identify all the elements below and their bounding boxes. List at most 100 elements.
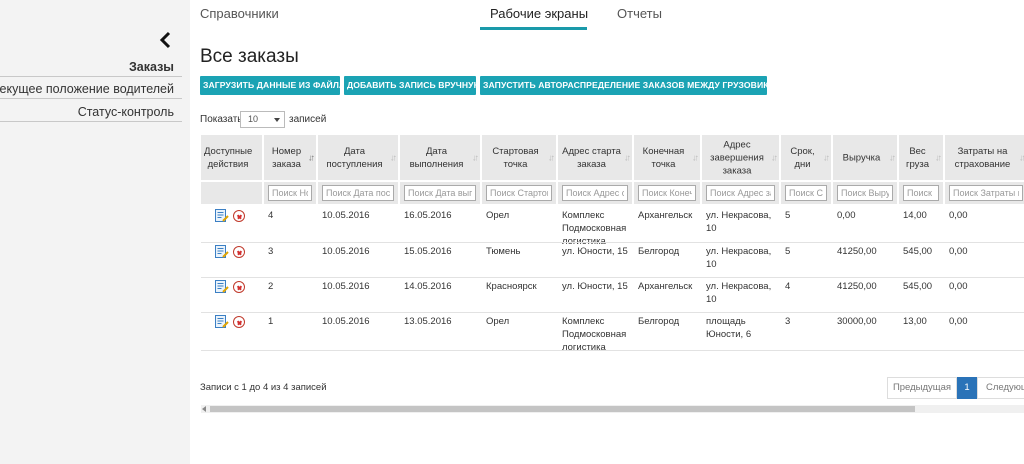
page-length-value: 10 xyxy=(248,114,259,124)
cell-end-address: ул. Некрасова, 10 xyxy=(706,281,772,305)
column-header-label: Адрес завершения заказа xyxy=(710,139,764,176)
tab-reference[interactable]: Справочники xyxy=(200,6,279,21)
column-header-label: Конечная точка xyxy=(642,145,685,170)
filter-input-revenue[interactable] xyxy=(837,185,893,201)
next-page-button[interactable]: Следующая xyxy=(977,377,1024,399)
edit-icon[interactable] xyxy=(215,280,229,293)
filter-input-start-point[interactable] xyxy=(486,185,552,201)
cell-insurance-cost: 0,00 xyxy=(949,246,968,257)
filter-input-date-received[interactable] xyxy=(322,185,394,201)
sort-icon[interactable]: ↓↑ xyxy=(308,151,315,164)
cell-revenue: 0,00 xyxy=(837,210,856,221)
column-header-label: Дата поступления xyxy=(326,145,383,170)
delete-icon[interactable] xyxy=(233,281,245,293)
sort-icon[interactable]: ↓↑ xyxy=(692,151,699,164)
sort-icon[interactable]: ↓↑ xyxy=(823,151,830,164)
tab-reports[interactable]: Отчеты xyxy=(617,6,662,21)
column-header-actions: Доступные действия xyxy=(201,135,262,180)
row-actions xyxy=(201,245,262,261)
delete-icon[interactable] xyxy=(233,210,245,222)
cell-end-address: ул. Некрасова, 10 xyxy=(706,246,772,270)
sidebar-divider xyxy=(0,76,182,77)
cell-insurance-cost: 0,00 xyxy=(949,281,968,292)
scroll-left-icon[interactable] xyxy=(202,406,206,412)
cell-end-point: Белгород xyxy=(638,316,680,327)
sort-icon[interactable]: ↓↑ xyxy=(548,151,555,164)
column-header-insurance-cost[interactable]: Затраты на страхование ↓↑ xyxy=(945,135,1024,180)
sort-icon[interactable]: ↓↑ xyxy=(889,151,896,164)
column-header-date-completed[interactable]: Дата выполнения ↓↑ xyxy=(400,135,480,180)
cell-term-days: 5 xyxy=(785,210,791,221)
cell-date-completed: 14.05.2016 xyxy=(404,281,452,292)
cell-order-number: 2 xyxy=(268,281,274,292)
sort-icon[interactable]: ↓↑ xyxy=(390,151,397,164)
sidebar-divider xyxy=(0,98,182,99)
filter-cell xyxy=(833,182,897,204)
page-1-button[interactable]: 1 xyxy=(957,377,977,399)
sort-icon[interactable]: ↓↑ xyxy=(472,151,479,164)
add-record-button[interactable]: ДОБАВИТЬ ЗАПИСЬ ВРУЧНУЮ xyxy=(344,76,482,95)
column-header-revenue[interactable]: Выручка ↓↑ xyxy=(833,135,897,180)
edit-icon[interactable] xyxy=(215,209,229,222)
prev-page-button[interactable]: Предыдущая xyxy=(887,377,957,399)
sort-icon[interactable]: ↓↑ xyxy=(771,151,778,164)
page-length-select[interactable]: 10 xyxy=(240,111,285,128)
sidebar-item-status-control[interactable]: Статус-контроль xyxy=(78,105,174,119)
filter-input-date-completed[interactable] xyxy=(404,185,476,201)
filter-input-end-point[interactable] xyxy=(638,185,696,201)
cell-date-received: 10.05.2016 xyxy=(322,281,370,292)
sort-icon[interactable]: ↓↑ xyxy=(1019,151,1024,164)
sort-icon[interactable]: ↓↑ xyxy=(935,151,942,164)
table-info: Записи с 1 до 4 из 4 записей xyxy=(200,382,327,393)
sidebar-divider xyxy=(0,121,182,122)
filter-input-order-number[interactable] xyxy=(268,185,312,201)
cell-end-point: Архангельск xyxy=(638,210,693,221)
filter-cell xyxy=(781,182,831,204)
delete-icon[interactable] xyxy=(233,246,245,258)
delete-icon[interactable] xyxy=(233,316,245,328)
cell-date-received: 10.05.2016 xyxy=(322,246,370,257)
row-actions xyxy=(201,280,262,296)
filter-input-weight[interactable] xyxy=(903,185,939,201)
filter-cell xyxy=(702,182,779,204)
auto-distribute-button[interactable]: ЗАПУСТИТЬ АВТОРАСПРЕДЕЛЕНИЕ ЗАКАЗОВ МЕЖД… xyxy=(480,76,788,95)
sort-icon[interactable]: ↓↑ xyxy=(624,151,631,164)
filter-input-end-address[interactable] xyxy=(706,185,775,201)
filter-input-start-address[interactable] xyxy=(562,185,628,201)
edit-icon[interactable] xyxy=(215,245,229,258)
tab-work-screens[interactable]: Рабочие экраны xyxy=(490,6,588,21)
column-header-end-point[interactable]: Конечная точка ↓↑ xyxy=(634,135,700,180)
upload-file-button[interactable]: ЗАГРУЗИТЬ ДАННЫЕ ИЗ ФАЙЛА xyxy=(200,76,345,95)
cell-revenue: 41250,00 xyxy=(837,281,877,292)
column-header-label: Вес груза xyxy=(905,145,930,170)
sidebar-item-driver-positions[interactable]: Текущее положение водителей xyxy=(0,82,174,96)
cell-start-point: Орел xyxy=(486,210,510,221)
chevron-left-icon[interactable] xyxy=(158,31,174,49)
filter-input-insurance-cost[interactable] xyxy=(949,185,1023,201)
top-nav: Справочники Рабочие экраны Отчеты xyxy=(190,0,1024,30)
filter-input-term-days[interactable] xyxy=(785,185,827,201)
cell-order-number: 4 xyxy=(268,210,274,221)
column-header-term-days[interactable]: Срок, дни ↓↑ xyxy=(781,135,831,180)
row-divider xyxy=(201,312,1024,313)
main-content: Все заказы ЗАГРУЗИТЬ ДАННЫЕ ИЗ ФАЙЛА ДОБ… xyxy=(190,30,1024,464)
cell-start-address: ул. Юности, 15 xyxy=(562,281,628,292)
cell-date-completed: 13.05.2016 xyxy=(404,316,452,327)
scroll-thumb[interactable] xyxy=(210,406,915,412)
length-prefix: Показать xyxy=(200,114,243,125)
column-header-order-number[interactable]: Номер заказа ↓↑ xyxy=(264,135,316,180)
column-header-label: Срок, дни xyxy=(790,145,815,170)
column-header-label: Стартовая точка xyxy=(492,145,539,170)
edit-icon[interactable] xyxy=(215,315,229,328)
horizontal-scrollbar[interactable] xyxy=(201,405,1024,413)
column-header-start-point[interactable]: Стартовая точка ↓↑ xyxy=(482,135,556,180)
column-header-weight[interactable]: Вес груза ↓↑ xyxy=(899,135,943,180)
cell-start-point: Орел xyxy=(486,316,510,327)
sidebar-item-orders[interactable]: Заказы xyxy=(129,60,174,74)
column-header-date-received[interactable]: Дата поступления ↓↑ xyxy=(318,135,398,180)
cell-start-address: Комплекс Подмосковная логистика xyxy=(562,316,627,353)
column-header-end-address[interactable]: Адрес завершения заказа ↓↑ xyxy=(702,135,779,180)
column-header-start-address[interactable]: Адрес старта заказа ↓↑ xyxy=(558,135,632,180)
filter-cell xyxy=(400,182,480,204)
cell-start-point: Красноярск xyxy=(486,281,537,292)
